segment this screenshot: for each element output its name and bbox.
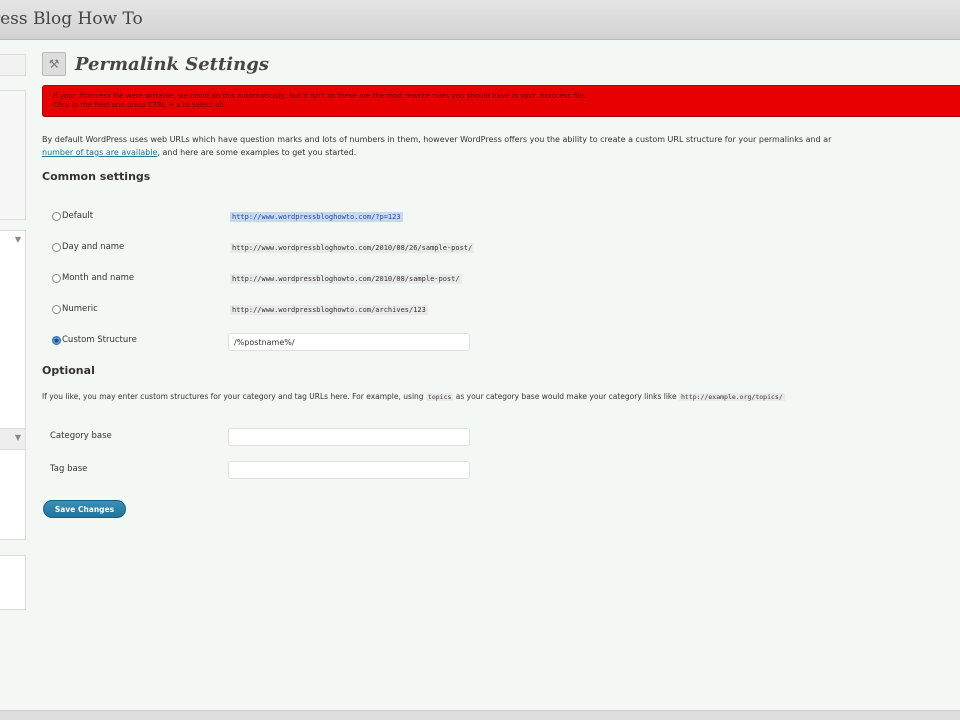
radio-button-selected[interactable] xyxy=(52,335,61,345)
category-base-label: Category base xyxy=(50,431,112,441)
radio-button[interactable] xyxy=(52,211,61,221)
sidebar-item[interactable]: ▼ xyxy=(0,428,26,450)
notice-text: If your .htaccess file were writable, we… xyxy=(53,92,587,100)
save-changes-button[interactable]: Save Changes xyxy=(43,500,126,518)
text: If you like, you may enter custom struct… xyxy=(42,392,426,401)
radio-numeric[interactable]: Numeric xyxy=(52,304,98,314)
radio-button[interactable] xyxy=(52,273,61,283)
radio-button[interactable] xyxy=(52,242,61,252)
option-label: Numeric xyxy=(62,304,98,314)
admin-sidebar: ▼ ▼ xyxy=(0,40,28,710)
footer-bar xyxy=(0,710,960,720)
radio-day-and-name[interactable]: Day and name xyxy=(52,242,124,252)
example-url: http://www.wordpressbloghowto.com/2010/0… xyxy=(230,274,462,284)
sidebar-item[interactable] xyxy=(0,90,26,220)
chevron-down-icon[interactable]: ▼ xyxy=(15,235,21,244)
option-label: Default xyxy=(62,211,94,221)
example-url: http://www.wordpressbloghowto.com/2010/0… xyxy=(230,243,475,253)
optional-description: If you like, you may enter custom struct… xyxy=(42,392,785,401)
radio-button[interactable] xyxy=(52,304,61,314)
notice-text: Click in the field and press CTRL + a to… xyxy=(53,101,226,109)
settings-tools-icon: ⚒ xyxy=(42,52,66,76)
error-notice: If your .htaccess file were writable, we… xyxy=(42,85,960,117)
common-settings-heading: Common settings xyxy=(42,170,151,183)
intro-text: By default WordPress uses web URLs which… xyxy=(42,133,831,159)
optional-heading: Optional xyxy=(42,364,95,377)
tag-base-label: Tag base xyxy=(50,464,88,474)
custom-structure-input[interactable] xyxy=(228,333,470,351)
admin-header: ress Blog How To xyxy=(0,0,960,40)
chevron-down-icon[interactable]: ▼ xyxy=(15,433,21,442)
radio-month-and-name[interactable]: Month and name xyxy=(52,273,134,283)
page-title: Permalink Settings xyxy=(75,53,269,75)
tags-link[interactable]: number of tags are available xyxy=(42,148,157,157)
sidebar-item[interactable] xyxy=(0,54,26,76)
intro-text-1: By default WordPress uses web URLs which… xyxy=(42,135,832,144)
text: as your category base would make your ca… xyxy=(453,392,679,401)
radio-default[interactable]: Default xyxy=(52,211,93,221)
sidebar-item[interactable] xyxy=(0,555,26,610)
code: http://example.org/topics/ xyxy=(678,393,785,401)
site-title[interactable]: ress Blog How To xyxy=(0,9,143,29)
example-url: http://www.wordpressbloghowto.com/?p=123 xyxy=(230,212,403,222)
intro-text-2: , and here are some examples to get you … xyxy=(157,148,357,157)
example-url: http://www.wordpressbloghowto.com/archiv… xyxy=(230,305,428,315)
option-label: Month and name xyxy=(62,273,135,283)
option-label: Custom Structure xyxy=(62,335,137,345)
category-base-input[interactable] xyxy=(228,428,470,446)
code: topics xyxy=(425,393,454,401)
tag-base-input[interactable] xyxy=(228,461,470,479)
sidebar-menu[interactable]: ▼ xyxy=(0,230,26,540)
option-label: Day and name xyxy=(62,242,125,252)
radio-custom-structure[interactable]: Custom Structure xyxy=(52,335,137,345)
